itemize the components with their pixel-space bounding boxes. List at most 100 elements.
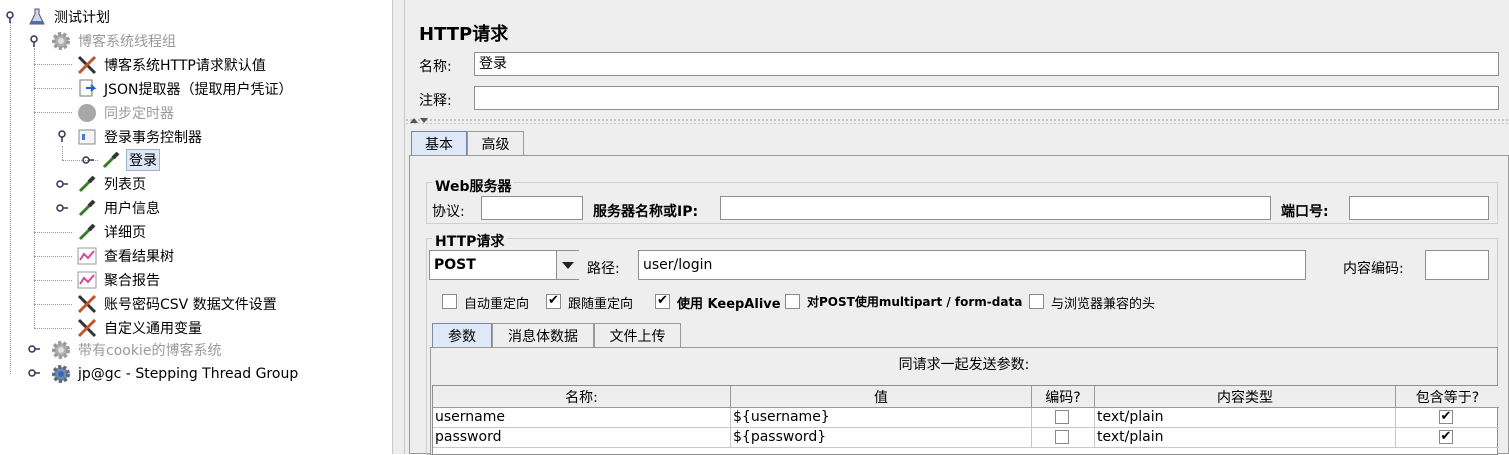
gear-icon xyxy=(50,30,72,52)
collapse-arrows-icon[interactable] xyxy=(409,116,429,124)
keepalive-checkbox[interactable]: ✔ xyxy=(655,294,670,309)
keepalive-label: 使用 KeepAlive xyxy=(677,297,781,312)
gear-icon xyxy=(50,339,72,361)
port-field[interactable] xyxy=(1349,196,1489,220)
controller-icon xyxy=(76,126,98,148)
param-encode-cell[interactable] xyxy=(1032,428,1095,448)
auto-redirect-checkbox[interactable] xyxy=(442,294,457,309)
server-label: 服务器名称或IP: xyxy=(593,204,699,220)
encode-checkbox[interactable] xyxy=(1055,430,1069,444)
tab-file-upload[interactable]: 文件上传 xyxy=(594,323,681,347)
protocol-label: 协议: xyxy=(432,204,465,220)
browser-headers-label: 与浏览器兼容的头 xyxy=(1051,297,1156,312)
column-header-name[interactable]: 名称: xyxy=(433,386,731,408)
collapsed-handle-icon[interactable] xyxy=(56,178,68,190)
tree-node-list-page[interactable]: 列表页 xyxy=(76,172,148,196)
include-equals-checkbox[interactable]: ✔ xyxy=(1439,430,1453,444)
encoding-label: 内容编码: xyxy=(1343,261,1404,277)
follow-redirect-checkbox[interactable]: ✔ xyxy=(546,294,561,309)
pane-splitter[interactable] xyxy=(393,0,405,454)
pipette-icon xyxy=(76,197,98,219)
wrench-screwdriver-icon xyxy=(76,317,98,339)
column-header-encode[interactable]: 编码? xyxy=(1032,386,1095,408)
tree-node-sync-timer[interactable]: 同步定时器 xyxy=(76,101,176,125)
divider-handle[interactable] xyxy=(405,118,1509,124)
column-header-value[interactable]: 值 xyxy=(731,386,1032,408)
collapsed-handle-icon[interactable] xyxy=(56,202,68,214)
expanded-handle-icon[interactable] xyxy=(28,35,40,47)
browser-headers-checkbox[interactable] xyxy=(1029,294,1044,309)
param-content-type-cell[interactable]: text/plain xyxy=(1095,408,1396,428)
chart-icon xyxy=(76,269,98,291)
tree-node-json-extractor[interactable]: JSON提取器（提取用户凭证） xyxy=(76,77,295,101)
tab-parameters[interactable]: 参数 xyxy=(432,323,492,347)
tree-node-cookie-thread-group[interactable]: 带有cookie的博客系统 xyxy=(50,338,223,362)
collapsed-handle-icon[interactable] xyxy=(82,154,94,166)
multipart-checkbox[interactable] xyxy=(785,294,800,309)
tree-node-user-info[interactable]: 用户信息 xyxy=(76,196,162,220)
auto-redirect-label: 自动重定向 xyxy=(464,297,530,312)
flask-icon xyxy=(26,6,48,28)
param-include-equals-cell[interactable]: ✔ xyxy=(1396,428,1499,448)
web-server-group-label: Web服务器 xyxy=(432,176,515,196)
param-value-cell[interactable]: ${username} xyxy=(731,408,1032,428)
tree-node-user-variables[interactable]: 自定义通用变量 xyxy=(76,316,204,340)
param-content-type-cell[interactable]: text/plain xyxy=(1095,428,1396,448)
expanded-handle-icon[interactable] xyxy=(4,11,16,23)
test-plan-tree[interactable]: 测试计划 博客系统线程组 博客系统HTTP请求默认值 JSON提取器（提取用户凭… xyxy=(0,0,393,454)
encoding-field[interactable] xyxy=(1425,250,1489,280)
extractor-icon xyxy=(76,78,98,100)
tree-node-aggregate-report[interactable]: 聚合报告 xyxy=(76,268,162,292)
protocol-field[interactable] xyxy=(481,196,583,220)
parameters-content: 同请求一起发送参数: 名称: 值 编码? 内容类型 包含等于? username… xyxy=(430,347,1499,455)
column-header-include-equals[interactable]: 包含等于? xyxy=(1396,386,1499,408)
param-encode-cell[interactable] xyxy=(1032,408,1095,428)
tree-node-test-plan[interactable]: 测试计划 xyxy=(26,5,112,29)
name-field[interactable]: 登录 xyxy=(474,52,1499,76)
tree-node-detail-page[interactable]: 详细页 xyxy=(76,220,148,244)
tab-basic[interactable]: 基本 xyxy=(411,131,467,155)
name-label: 名称: xyxy=(419,59,452,75)
method-dropdown-button[interactable] xyxy=(556,251,579,279)
param-value-cell[interactable]: ${password} xyxy=(731,428,1032,448)
tree-node-http-defaults[interactable]: 博客系统HTTP请求默认值 xyxy=(76,53,268,77)
param-include-equals-cell[interactable]: ✔ xyxy=(1396,408,1499,428)
tree-node-thread-group[interactable]: 博客系统线程组 xyxy=(50,29,178,53)
encode-checkbox[interactable] xyxy=(1055,410,1069,424)
param-name-cell[interactable]: username xyxy=(433,408,731,428)
collapsed-handle-icon[interactable] xyxy=(28,343,40,355)
pipette-icon xyxy=(100,149,122,171)
multipart-label: 对POST使用multipart / form-data xyxy=(807,295,1023,309)
expanded-handle-icon[interactable] xyxy=(56,130,68,142)
comment-field[interactable] xyxy=(474,86,1499,110)
tab-body-data[interactable]: 消息体数据 xyxy=(492,323,594,347)
tree-node-stepping-thread-group[interactable]: jp@gc - Stepping Thread Group xyxy=(50,362,300,386)
include-equals-checkbox[interactable]: ✔ xyxy=(1439,410,1453,424)
wrench-screwdriver-icon xyxy=(76,293,98,315)
path-label: 路径: xyxy=(587,261,620,277)
path-field[interactable]: user/login xyxy=(638,250,1306,280)
http-request-panel: HTTP请求 名称: 登录 注释: 基本 高级 Web服务器 协议: 服务器名称… xyxy=(405,0,1509,455)
tab-advanced[interactable]: 高级 xyxy=(467,131,524,155)
tree-node-csv-data-set[interactable]: 账号密码CSV 数据文件设置 xyxy=(76,292,279,316)
tree-node-transaction-controller[interactable]: 登录事务控制器 xyxy=(76,125,204,149)
tree-node-results-tree[interactable]: 查看结果树 xyxy=(76,244,176,268)
collapsed-handle-icon[interactable] xyxy=(28,367,40,379)
param-name-cell[interactable]: password xyxy=(433,428,731,448)
parameters-caption: 同请求一起发送参数: xyxy=(898,357,1030,373)
follow-redirect-label: 跟随重定向 xyxy=(568,297,634,312)
http-request-group-label: HTTP请求 xyxy=(432,231,508,251)
timer-icon xyxy=(76,102,98,124)
parameters-table[interactable]: 名称: 值 编码? 内容类型 包含等于? username ${username… xyxy=(432,385,1499,455)
comment-label: 注释: xyxy=(419,93,452,109)
server-field[interactable] xyxy=(720,196,1271,220)
tree-node-login-sampler[interactable]: 登录 xyxy=(100,148,160,172)
chevron-down-icon xyxy=(562,262,574,269)
column-header-content-type[interactable]: 内容类型 xyxy=(1095,386,1396,408)
chart-icon xyxy=(76,245,98,267)
panel-title: HTTP请求 xyxy=(419,24,509,45)
pipette-icon xyxy=(76,173,98,195)
pipette-icon xyxy=(76,221,98,243)
port-label: 端口号: xyxy=(1281,204,1329,220)
wrench-screwdriver-icon xyxy=(76,54,98,76)
